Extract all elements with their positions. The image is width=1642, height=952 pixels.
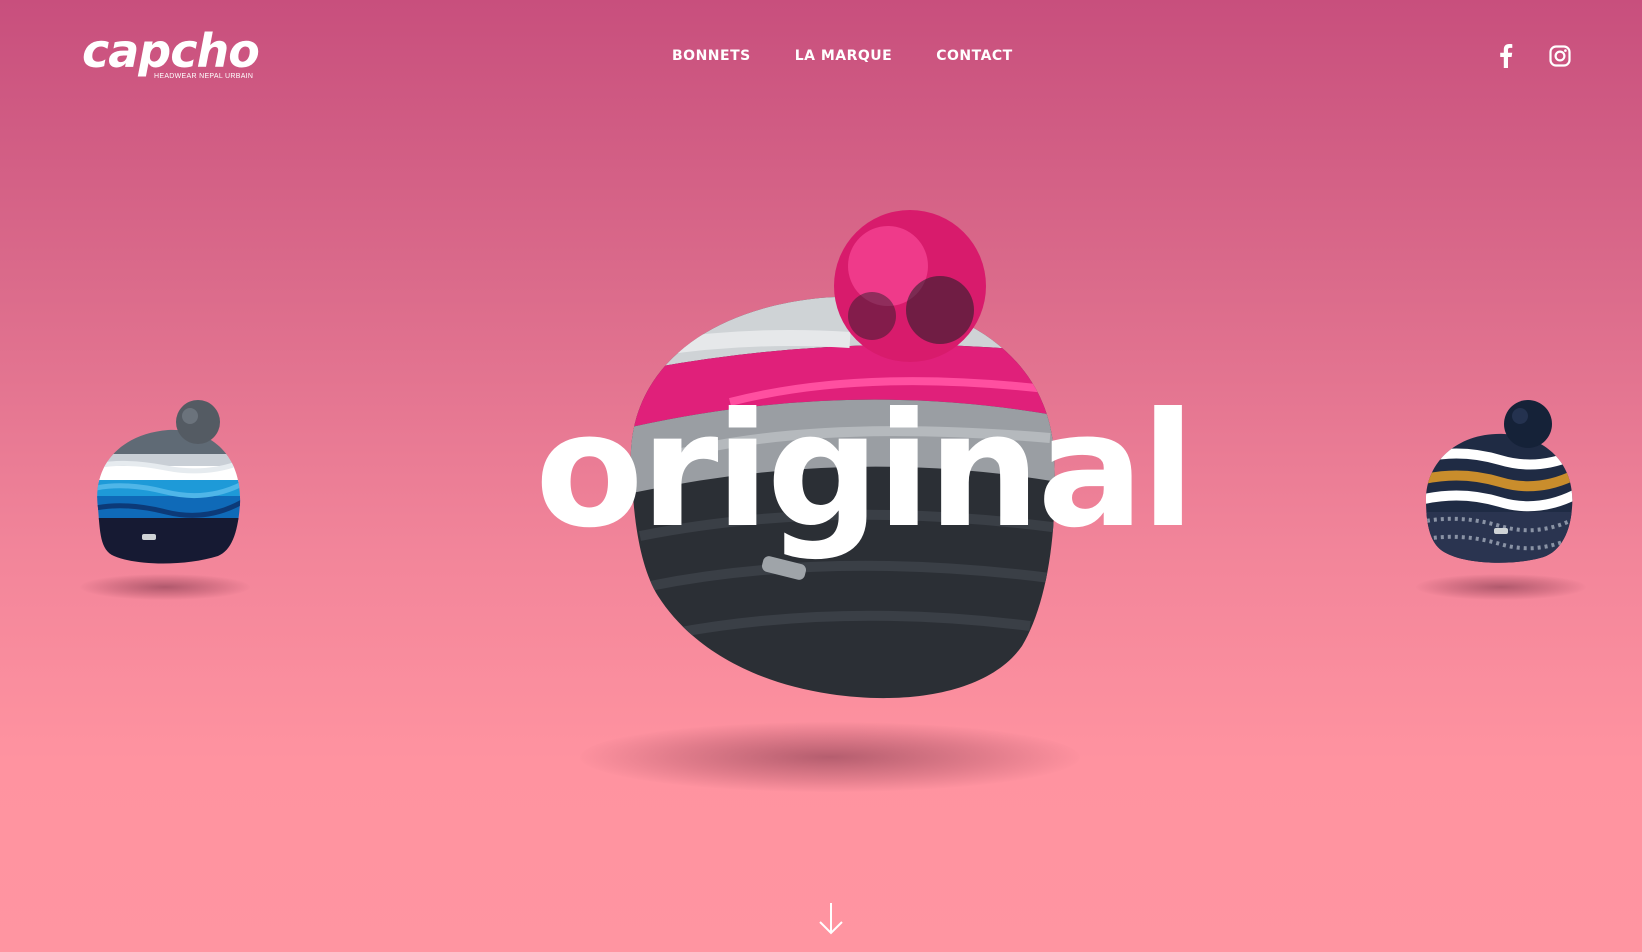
nav-item-contact[interactable]: CONTACT: [936, 44, 1013, 68]
hat-shadow-center: [580, 722, 1080, 792]
nav-item-la-marque[interactable]: LA MARQUE: [795, 44, 893, 68]
social-links: [1494, 44, 1572, 68]
logo-tagline: HEADWEAR NEPAL URBAIN: [154, 73, 254, 80]
brand-logo[interactable]: capcho HEADWEAR NEPAL URBAIN: [82, 26, 260, 88]
logo-wordmark: capcho: [82, 24, 260, 78]
facebook-icon[interactable]: [1494, 44, 1518, 68]
instagram-icon[interactable]: [1548, 44, 1572, 68]
arrow-down-icon[interactable]: [818, 902, 844, 936]
main-nav: BONNETS LA MARQUE CONTACT: [672, 44, 1013, 68]
hero-headline: original: [535, 379, 1195, 563]
site-header: capcho HEADWEAR NEPAL URBAIN BONNETS LA …: [0, 0, 1642, 120]
product-hat-left[interactable]: [86, 396, 246, 566]
hat-shadow-left: [80, 574, 250, 600]
nav-item-bonnets[interactable]: BONNETS: [672, 44, 751, 68]
product-hat-right[interactable]: [1420, 396, 1580, 568]
page: capcho HEADWEAR NEPAL URBAIN BONNETS LA …: [0, 0, 1642, 952]
hat-shadow-right: [1416, 574, 1586, 600]
